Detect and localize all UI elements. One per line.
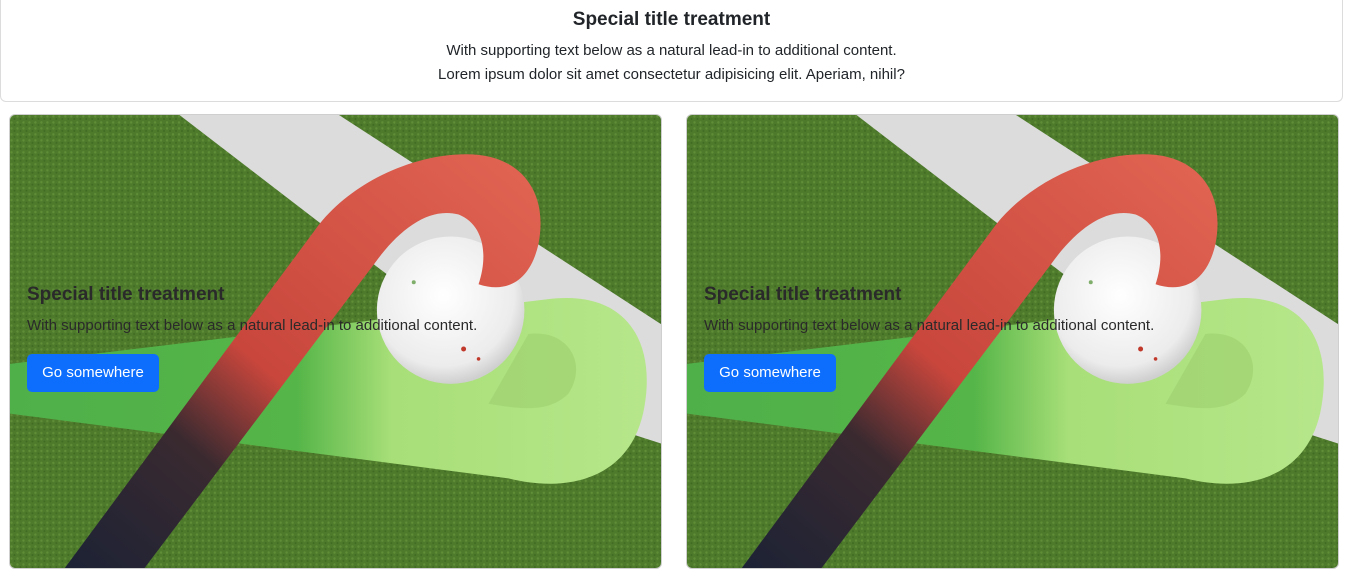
image-card-1: Special title treatment With supporting … <box>9 114 662 569</box>
card-overlay: Special title treatment With supporting … <box>10 115 661 568</box>
header-text-line-2: Lorem ipsum dolor sit amet consectetur a… <box>438 66 905 83</box>
card-text: With supporting text below as a natural … <box>704 317 1155 334</box>
go-somewhere-button[interactable]: Go somewhere <box>704 354 836 392</box>
card-title: Special title treatment <box>704 284 902 305</box>
go-somewhere-button[interactable]: Go somewhere <box>27 354 159 392</box>
card-title: Special title treatment <box>27 284 225 305</box>
header-title: Special title treatment <box>572 9 771 30</box>
image-card-2: Special title treatment With supporting … <box>686 114 1339 569</box>
header-card: Special title treatment With supporting … <box>0 0 1343 102</box>
card-text: With supporting text below as a natural … <box>27 317 478 334</box>
card-overlay: Special title treatment With supporting … <box>687 115 1338 568</box>
header-text-line-1: With supporting text below as a natural … <box>446 42 897 59</box>
